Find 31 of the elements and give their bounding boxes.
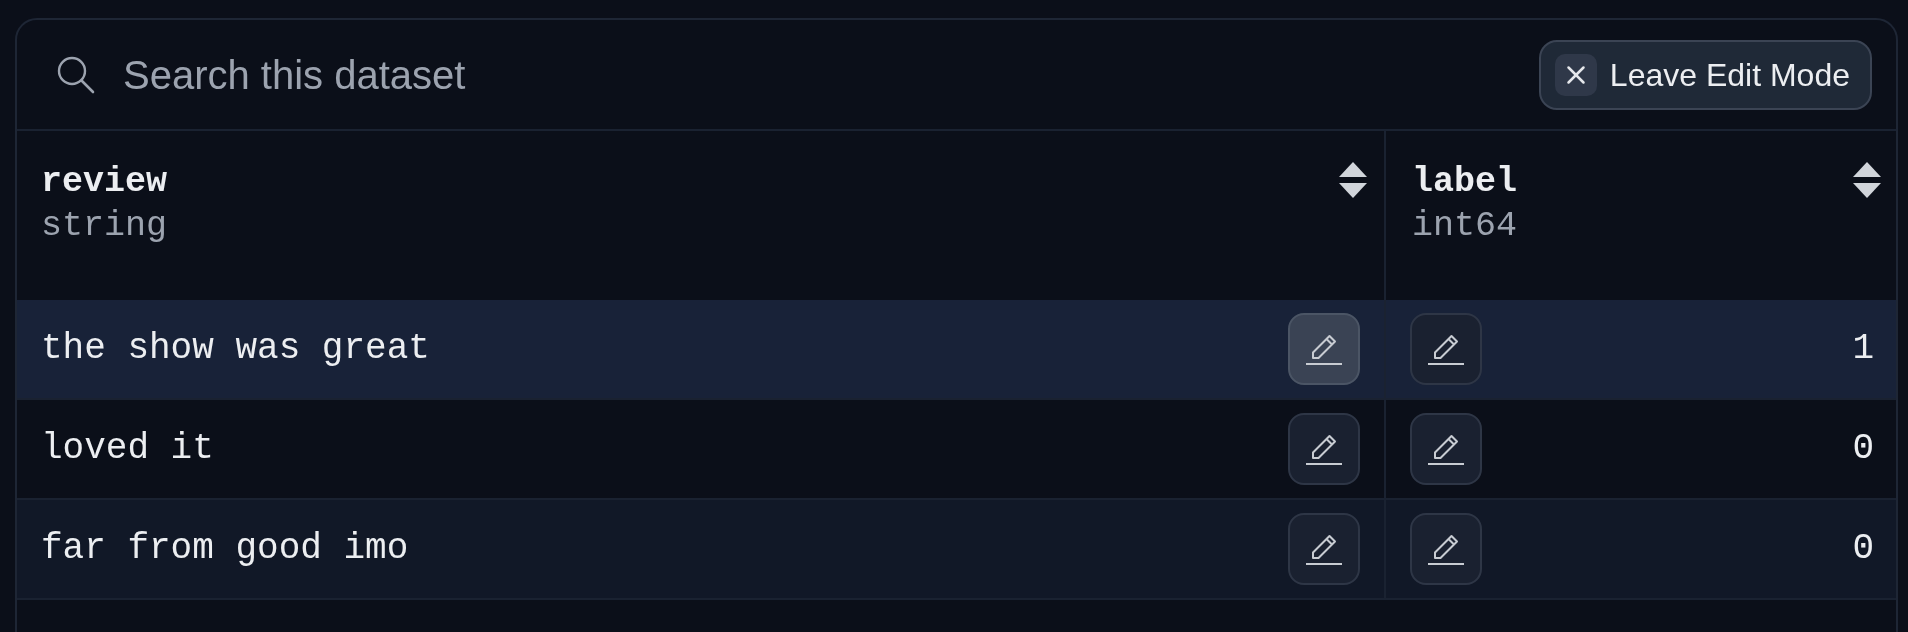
leave-edit-mode-button[interactable]: Leave Edit Mode <box>1538 39 1872 110</box>
cell-text: loved it <box>41 427 214 471</box>
table-row[interactable]: loved it 0 <box>17 400 1896 500</box>
edit-button[interactable] <box>1288 313 1360 385</box>
pencil-icon <box>1305 332 1343 366</box>
table-row[interactable]: far from good imo 0 <box>17 500 1896 600</box>
cell-text: the show was great <box>41 327 430 371</box>
column-name: review <box>41 161 168 204</box>
pencil-icon <box>1427 332 1465 366</box>
edit-button[interactable] <box>1288 513 1360 585</box>
pencil-icon <box>1427 532 1465 566</box>
cell-text: 0 <box>1852 427 1874 471</box>
search-icon <box>57 55 95 94</box>
cell-text: 0 <box>1852 527 1874 571</box>
edit-button[interactable] <box>1288 413 1360 485</box>
sort-icon[interactable] <box>1853 162 1881 198</box>
column-name: label <box>1412 161 1518 204</box>
edit-button[interactable] <box>1410 413 1482 485</box>
edit-button[interactable] <box>1410 513 1482 585</box>
close-icon <box>1554 53 1597 96</box>
cell-text: 1 <box>1852 327 1874 371</box>
edit-button[interactable] <box>1410 313 1482 385</box>
search-field[interactable]: Search this dataset <box>123 44 1539 105</box>
pencil-icon <box>1305 432 1343 466</box>
column-type: string <box>41 205 168 248</box>
pencil-icon <box>1427 432 1465 466</box>
table-row[interactable]: the show was great 1 <box>17 300 1896 400</box>
cell-text: far from good imo <box>41 527 409 571</box>
sort-icon[interactable] <box>1339 162 1367 198</box>
pencil-icon <box>1305 532 1343 566</box>
column-type: int64 <box>1412 205 1518 248</box>
